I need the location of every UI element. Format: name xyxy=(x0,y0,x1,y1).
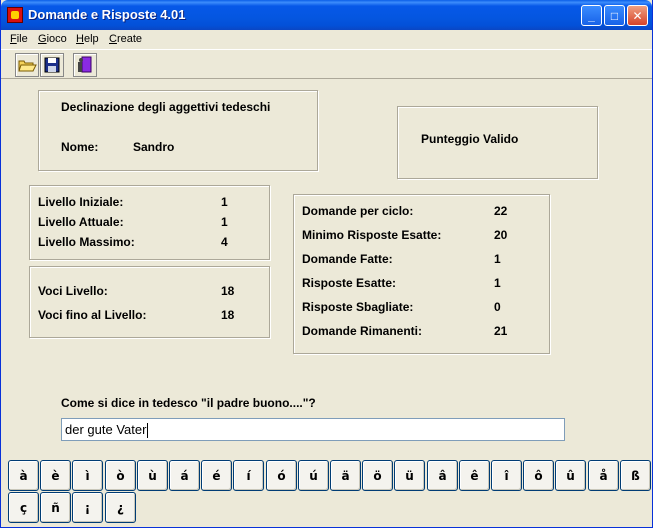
initial-level-value: 1 xyxy=(221,195,228,209)
char-key[interactable]: ù xyxy=(137,460,168,491)
toolbar xyxy=(1,49,652,79)
save-disk-icon xyxy=(44,57,60,73)
menu-create[interactable]: Create xyxy=(109,33,142,45)
char-key[interactable]: í xyxy=(233,460,264,491)
menu-help[interactable]: Help xyxy=(76,33,99,45)
name-label: Nome: xyxy=(61,140,99,154)
asked-label: Domande Fatte: xyxy=(302,252,393,266)
char-key[interactable]: î xyxy=(491,460,522,491)
question-text: Come si dice in tedesco "il padre buono.… xyxy=(61,396,316,410)
entries-until-value: 18 xyxy=(221,308,235,322)
answer-text: der gute Vater xyxy=(65,422,147,437)
correct-value: 1 xyxy=(494,276,501,290)
menu-gioco[interactable]: Gioco xyxy=(38,33,67,45)
wrong-value: 0 xyxy=(494,300,501,314)
char-key[interactable]: ö xyxy=(362,460,393,491)
char-key[interactable]: ä xyxy=(330,460,361,491)
app-icon[interactable] xyxy=(7,7,23,23)
save-button[interactable] xyxy=(40,53,64,77)
stats-panel: Domande per ciclo: 22 Minimo Risposte Es… xyxy=(293,194,550,354)
score-panel: Punteggio Valido xyxy=(397,106,598,179)
char-key[interactable]: è xyxy=(40,460,71,491)
levels-panel: Livello Iniziale: 1 Livello Attuale: 1 L… xyxy=(29,185,270,260)
score-label: Punteggio Valido xyxy=(421,132,519,146)
subject-label: Declinazione degli aggettivi tedeschi xyxy=(61,100,271,114)
current-level-value: 1 xyxy=(221,215,228,229)
minimize-icon: _ xyxy=(588,8,595,23)
char-key[interactable]: ô xyxy=(523,460,554,491)
open-folder-icon xyxy=(18,60,37,72)
text-caret xyxy=(147,423,149,439)
char-key[interactable]: ç xyxy=(8,492,39,523)
char-key[interactable]: ¡ xyxy=(72,492,103,523)
char-key[interactable]: ì xyxy=(72,460,103,491)
initial-level-label: Livello Iniziale: xyxy=(38,195,124,209)
remaining-label: Domande Rimanenti: xyxy=(302,324,423,338)
answer-input[interactable]: der gute Vater xyxy=(61,418,565,441)
char-key[interactable]: â xyxy=(427,460,458,491)
entries-panel: Voci Livello: 18 Voci fino al Livello: 1… xyxy=(29,266,270,338)
exit-door-icon xyxy=(78,56,92,73)
per-cycle-label: Domande per ciclo: xyxy=(302,204,414,218)
char-key[interactable]: ß xyxy=(620,460,651,491)
maximize-button[interactable]: □ xyxy=(604,5,625,26)
open-button[interactable] xyxy=(15,53,39,77)
char-key[interactable]: ñ xyxy=(40,492,71,523)
char-key[interactable]: ú xyxy=(298,460,329,491)
close-button[interactable]: ✕ xyxy=(627,5,648,26)
char-key[interactable]: å xyxy=(588,460,619,491)
max-level-value: 4 xyxy=(221,235,228,249)
asked-value: 1 xyxy=(494,252,501,266)
name-value: Sandro xyxy=(133,140,175,154)
window-title: Domande e Risposte 4.01 xyxy=(28,7,186,22)
char-key[interactable]: à xyxy=(8,460,39,491)
close-icon: ✕ xyxy=(632,8,643,23)
exit-button[interactable] xyxy=(73,53,97,77)
remaining-value: 21 xyxy=(494,324,508,338)
app-window: Domande e Risposte 4.01 _ □ ✕ File Gioco… xyxy=(0,0,653,528)
char-key[interactable]: é xyxy=(201,460,232,491)
minimize-button[interactable]: _ xyxy=(581,5,602,26)
char-key[interactable]: ò xyxy=(105,460,136,491)
char-key[interactable]: ó xyxy=(266,460,297,491)
entries-until-label: Voci fino al Livello: xyxy=(38,308,147,322)
wrong-label: Risposte Sbagliate: xyxy=(302,300,414,314)
min-correct-value: 20 xyxy=(494,228,508,242)
per-cycle-value: 22 xyxy=(494,204,508,218)
maximize-icon: □ xyxy=(610,8,619,23)
level-entries-label: Voci Livello: xyxy=(38,284,108,298)
title-bar[interactable]: Domande e Risposte 4.01 _ □ ✕ xyxy=(1,0,652,30)
char-key[interactable]: ü xyxy=(394,460,425,491)
char-key[interactable]: á xyxy=(169,460,200,491)
correct-label: Risposte Esatte: xyxy=(302,276,397,290)
min-correct-label: Minimo Risposte Esatte: xyxy=(302,228,442,242)
info-panel: Declinazione degli aggettivi tedeschi No… xyxy=(38,90,318,171)
char-key[interactable]: û xyxy=(555,460,586,491)
level-entries-value: 18 xyxy=(221,284,235,298)
menu-bar: File Gioco Help Create xyxy=(1,30,652,49)
current-level-label: Livello Attuale: xyxy=(38,215,124,229)
char-key[interactable]: ê xyxy=(459,460,490,491)
char-key[interactable]: ¿ xyxy=(105,492,136,523)
max-level-label: Livello Massimo: xyxy=(38,235,135,249)
menu-file[interactable]: File xyxy=(10,33,28,45)
